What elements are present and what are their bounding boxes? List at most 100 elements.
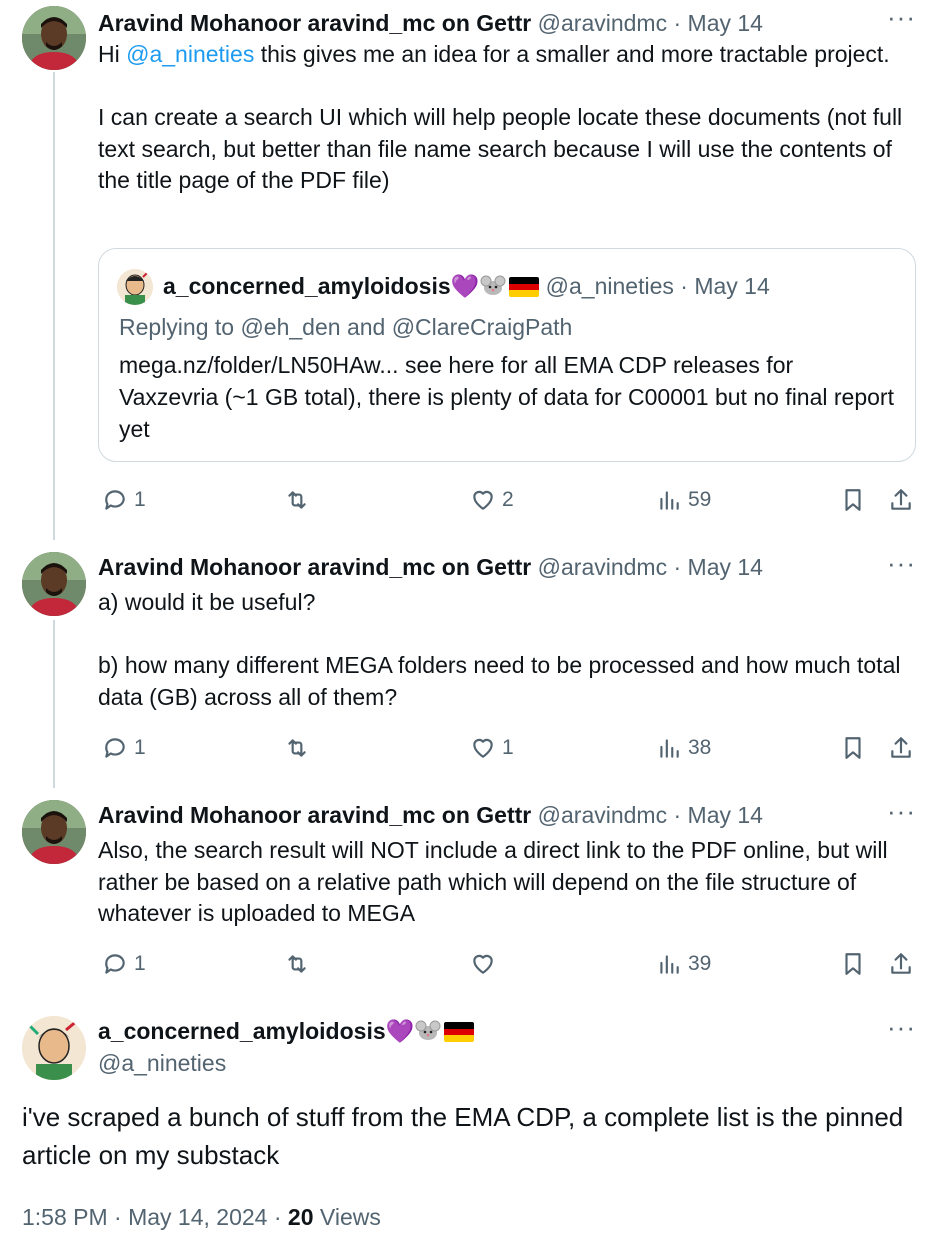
- purple-heart-icon: 💜: [450, 273, 480, 299]
- share-icon: [891, 489, 911, 510]
- tweet-date[interactable]: May 14: [688, 10, 763, 36]
- tweet-paragraph: Also, the search result will NOT include…: [98, 837, 888, 926]
- share-button[interactable]: [888, 948, 914, 980]
- mouse-icon: [414, 1019, 442, 1041]
- reply-button[interactable]: 1: [102, 732, 146, 764]
- views-button[interactable]: 38: [656, 732, 711, 764]
- mouse-icon: [479, 274, 507, 296]
- author-handle[interactable]: @a_nineties: [98, 1048, 904, 1078]
- avatar: [117, 269, 153, 305]
- like-count: 2: [502, 488, 514, 511]
- share-button[interactable]: [888, 732, 914, 764]
- tweet-header: Aravind Mohanoor aravind_mc on Gettr @ar…: [98, 800, 904, 830]
- reply-count: 1: [134, 488, 146, 511]
- author-handle: @a_nineties: [545, 273, 674, 299]
- tweet[interactable]: Aravind Mohanoor aravind_mc on Gettr @ar…: [0, 550, 944, 782]
- tweet-meta: 1:58 PM · May 14, 2024 · 20 Views: [22, 1202, 381, 1232]
- tweet-header: Aravind Mohanoor aravind_mc on Gettr @ar…: [98, 8, 904, 38]
- retweet-icon: [288, 739, 306, 757]
- action-bar: 1 1 38: [98, 732, 916, 764]
- author-name: a_concerned_amyloidosis: [163, 273, 451, 299]
- more-options-icon[interactable]: ···: [887, 4, 916, 30]
- reply-button[interactable]: 1: [102, 484, 146, 516]
- separator-dot: ·: [673, 273, 695, 299]
- avatar[interactable]: [22, 6, 86, 70]
- views-icon: [660, 491, 679, 510]
- tweet-text: a) would it be useful? b) how many diffe…: [98, 587, 916, 713]
- more-options-icon[interactable]: ···: [887, 550, 916, 576]
- retweet-button[interactable]: [284, 948, 310, 980]
- views-button[interactable]: 59: [656, 484, 711, 516]
- avatar[interactable]: [22, 1016, 86, 1080]
- quote-header: a_concerned_amyloidosis💜 @a_nineties · M…: [163, 271, 770, 301]
- heart-icon: [473, 954, 493, 974]
- author-name[interactable]: Aravind Mohanoor aravind_mc on Gettr: [98, 10, 531, 36]
- heart-icon: [473, 738, 493, 758]
- avatar[interactable]: [22, 800, 86, 864]
- tweet-text: Also, the search result will NOT include…: [98, 835, 916, 930]
- tweet-paragraph: b) how many different MEGA folders need …: [98, 652, 901, 710]
- tweet-header: a_concerned_amyloidosis💜: [98, 1016, 904, 1046]
- tweet-date[interactable]: May 14: [688, 802, 763, 828]
- tweet-paragraph: a) would it be useful?: [98, 589, 316, 615]
- text-fragment: Hi: [98, 41, 127, 67]
- author-handle[interactable]: @aravindmc: [538, 554, 667, 580]
- share-icon: [891, 737, 911, 758]
- separator-dot: ·: [267, 1204, 288, 1230]
- views-button[interactable]: 39: [656, 948, 711, 980]
- tweet-paragraph: I can create a search UI which will help…: [98, 104, 903, 193]
- author-name[interactable]: Aravind Mohanoor aravind_mc on Gettr: [98, 554, 531, 580]
- action-bar: 1 39: [98, 948, 916, 980]
- retweet-button[interactable]: [284, 732, 310, 764]
- tweet-date[interactable]: May 14: [688, 554, 763, 580]
- bookmark-icon: [845, 737, 861, 759]
- quote-text: mega.nz/folder/LN50HAw... see here for a…: [119, 352, 894, 442]
- main-tweet-text: i've scraped a bunch of stuff from the E…: [22, 1102, 904, 1170]
- separator-dot: ·: [667, 10, 688, 36]
- like-button[interactable]: 1: [470, 732, 514, 764]
- author-handle[interactable]: @aravindmc: [538, 10, 667, 36]
- heart-icon: [473, 490, 493, 510]
- views-label: Views: [313, 1204, 381, 1230]
- germany-flag-icon: [509, 277, 540, 297]
- reply-icon: [105, 954, 125, 974]
- reply-icon: [105, 490, 125, 510]
- retweet-button[interactable]: [284, 484, 310, 516]
- more-options-icon[interactable]: ···: [887, 1014, 916, 1040]
- tweet[interactable]: Aravind Mohanoor aravind_mc on Gettr @ar…: [0, 4, 944, 534]
- more-options-icon[interactable]: ···: [887, 798, 916, 824]
- bookmark-button[interactable]: [840, 948, 866, 980]
- action-bar: 1 2 59: [98, 484, 916, 516]
- reply-button[interactable]: 1: [102, 948, 146, 980]
- tweet-text: Hi @a_nineties this gives me an idea for…: [98, 39, 916, 197]
- mention-link[interactable]: @a_nineties: [126, 41, 254, 67]
- purple-heart-icon: 💜: [385, 1018, 415, 1044]
- share-button[interactable]: [888, 484, 914, 516]
- views-count: 59: [688, 488, 712, 511]
- bookmark-icon: [845, 489, 861, 511]
- separator-dot: ·: [667, 554, 688, 580]
- author-name[interactable]: Aravind Mohanoor aravind_mc on Gettr: [98, 802, 531, 828]
- quoted-tweet[interactable]: a_concerned_amyloidosis💜 @a_nineties · M…: [98, 248, 916, 462]
- tweet-date: May 14: [694, 273, 770, 299]
- bookmark-icon: [845, 953, 861, 975]
- text-fragment: this gives me an idea for a smaller and …: [254, 41, 890, 67]
- views-icon: [660, 739, 679, 758]
- tweet-timestamp[interactable]: 1:58 PM · May 14, 2024: [22, 1204, 267, 1230]
- separator-dot: ·: [667, 802, 688, 828]
- like-count: 1: [502, 736, 514, 759]
- share-icon: [891, 953, 911, 974]
- author-handle[interactable]: @aravindmc: [538, 802, 667, 828]
- like-button[interactable]: 2: [470, 484, 514, 516]
- bookmark-button[interactable]: [840, 732, 866, 764]
- views-count: 39: [688, 952, 712, 975]
- views-count: 20: [287, 1204, 314, 1230]
- retweet-icon: [288, 955, 306, 973]
- like-button[interactable]: [470, 948, 496, 980]
- bookmark-button[interactable]: [840, 484, 866, 516]
- author-name[interactable]: a_concerned_amyloidosis: [98, 1018, 386, 1044]
- retweet-icon: [288, 491, 306, 509]
- tweet[interactable]: Aravind Mohanoor aravind_mc on Gettr @ar…: [0, 798, 944, 990]
- reply-count: 1: [134, 952, 146, 975]
- avatar[interactable]: [22, 552, 86, 616]
